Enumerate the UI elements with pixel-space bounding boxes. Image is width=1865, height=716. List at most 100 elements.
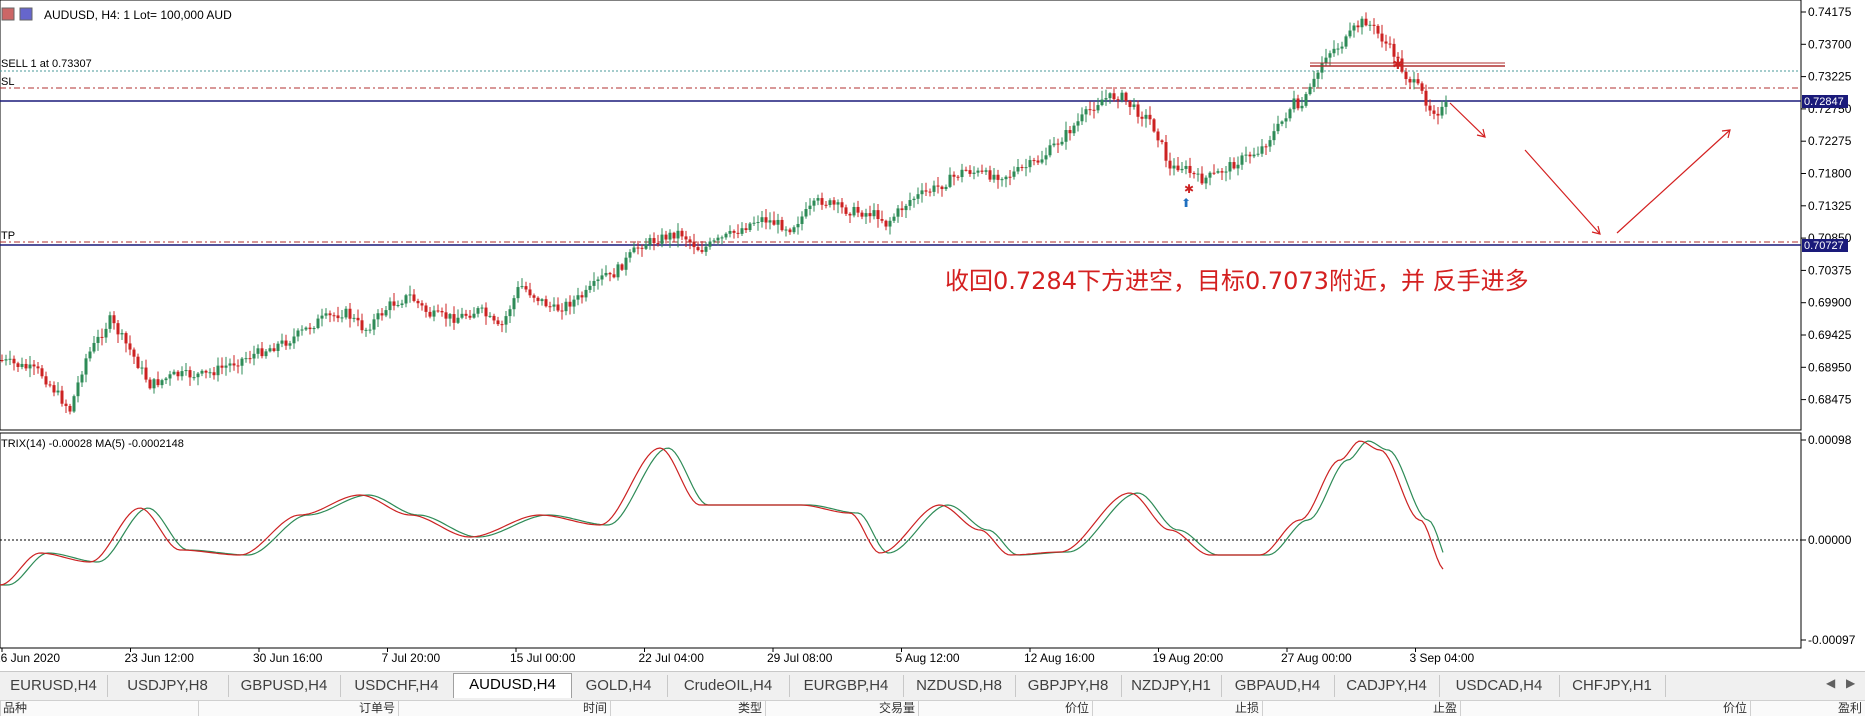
candle-body (544, 299, 548, 307)
candle-body (1092, 109, 1096, 111)
candle-body (76, 382, 80, 397)
candle-body (788, 229, 792, 233)
candle-body (480, 307, 484, 309)
candle-body (1088, 109, 1092, 111)
candle-body (1068, 130, 1072, 134)
candle-body (496, 320, 500, 325)
tab-usdchf-h4[interactable]: USDCHF,H4 (340, 675, 454, 697)
candle-body (324, 313, 328, 316)
candle-body (136, 356, 140, 368)
candle-body (720, 237, 724, 239)
candle-body (1420, 83, 1424, 91)
price-tick-label: 0.69425 (1808, 328, 1852, 342)
candle-body (1276, 123, 1280, 132)
candle-body (0, 360, 4, 361)
candle-body (132, 349, 136, 357)
candle-body (144, 367, 148, 380)
time-tick-label: 5 Aug 12:00 (896, 651, 960, 665)
candle-body (716, 237, 720, 241)
column-header[interactable]: 交易量 (765, 701, 915, 716)
candle-body (432, 310, 436, 317)
tab-gbpusd-h4[interactable]: GBPUSD,H4 (228, 675, 341, 697)
candle-body (1144, 114, 1148, 119)
price-tick-label: 0.70375 (1808, 263, 1852, 277)
tab-cadjpy-h4[interactable]: CADJPY,H4 (1334, 675, 1440, 697)
candle-body (420, 303, 424, 306)
candle-body (116, 323, 120, 335)
tab-eurusd-h4[interactable]: EURUSD,H4 (0, 675, 108, 697)
candle-body (1208, 172, 1212, 178)
candle-body (756, 222, 760, 224)
tab-scroll-left-icon[interactable]: ◀ (1826, 676, 1835, 690)
candle-body (1048, 145, 1052, 156)
candle-body (388, 301, 392, 311)
candle-body (412, 294, 416, 301)
candle-body (1060, 141, 1064, 145)
tab-crudeoil-h4[interactable]: CrudeOIL,H4 (667, 675, 790, 697)
candle-body (364, 329, 368, 331)
candle-body (1348, 30, 1352, 37)
candle-body (352, 317, 356, 319)
column-header[interactable]: 价位 (918, 701, 1089, 716)
candle-body (328, 313, 332, 316)
column-header[interactable]: 盈利 (1750, 701, 1862, 716)
candle-body (316, 318, 320, 329)
candle-body (572, 299, 576, 307)
tab-usdjpy-h8[interactable]: USDJPY,H8 (107, 675, 229, 697)
candle-body (1424, 90, 1428, 106)
candle-body (880, 219, 884, 221)
candle-body (56, 390, 60, 393)
candle-body (804, 209, 808, 217)
time-tick-label: 29 Jul 08:00 (767, 651, 833, 665)
tab-gbpjpy-h8[interactable]: GBPJPY,H8 (1015, 675, 1122, 697)
tab-audusd-h4[interactable]: AUDUSD,H4 (453, 673, 572, 698)
candle-body (440, 310, 444, 313)
column-header[interactable]: 止盈 (1262, 701, 1457, 716)
tab-gbpaud-h4[interactable]: GBPAUD,H4 (1221, 675, 1335, 697)
candle-body (80, 374, 84, 383)
candle-body (1152, 119, 1156, 132)
candle-body (304, 327, 308, 330)
candle-body (1072, 125, 1076, 134)
candle-body (816, 198, 820, 201)
candle-body (672, 232, 676, 239)
tab-gold-h4[interactable]: GOLD,H4 (570, 675, 668, 697)
tab-chfjpy-h1[interactable]: CHFJPY,H1 (1559, 675, 1666, 697)
candle-body (1188, 165, 1192, 173)
candle-body (1108, 93, 1112, 99)
tab-scroll-right-icon[interactable]: ▶ (1846, 676, 1855, 690)
candle-body (180, 371, 184, 377)
candle-body (1212, 172, 1216, 174)
candle-body (940, 186, 944, 190)
candle-body (1000, 179, 1004, 181)
candle-body (1112, 93, 1116, 100)
column-header[interactable]: 订单号 (198, 701, 395, 716)
time-tick-label: 15 Jul 00:00 (510, 651, 576, 665)
column-header[interactable]: 类型 (610, 701, 762, 716)
candle-body (1272, 131, 1276, 141)
candle-body (724, 233, 728, 238)
column-header[interactable]: 止损 (1092, 701, 1259, 716)
column-header[interactable]: 时间 (398, 701, 607, 716)
candle-body (1012, 171, 1016, 177)
candle-body (600, 275, 604, 280)
candle-body (148, 379, 152, 389)
candle-body (532, 295, 536, 298)
tab-nzdjpy-h1[interactable]: NZDJPY,H1 (1121, 675, 1222, 697)
candle-body (1036, 160, 1040, 163)
candle-body (152, 379, 156, 389)
candle-body (864, 213, 868, 217)
candle-body (644, 244, 648, 249)
candle-body (612, 274, 616, 278)
column-header[interactable]: 价位 (1460, 701, 1747, 716)
candle-body (824, 204, 828, 206)
column-header[interactable]: 品种 (0, 701, 195, 716)
tab-usdcad-h4[interactable]: USDCAD,H4 (1439, 675, 1560, 697)
tab-eurgbp-h4[interactable]: EURGBP,H4 (789, 675, 904, 697)
tab-nzdusd-h8[interactable]: NZDUSD,H8 (903, 675, 1016, 697)
price-tick-label: 0.71800 (1808, 167, 1852, 181)
candle-body (1172, 165, 1176, 169)
price-chart[interactable]: AUDUSD, H4: 1 Lot= 100,000 AUD SELL 1 at… (0, 0, 1865, 670)
candle-body (1192, 172, 1196, 175)
candle-body (668, 232, 672, 240)
